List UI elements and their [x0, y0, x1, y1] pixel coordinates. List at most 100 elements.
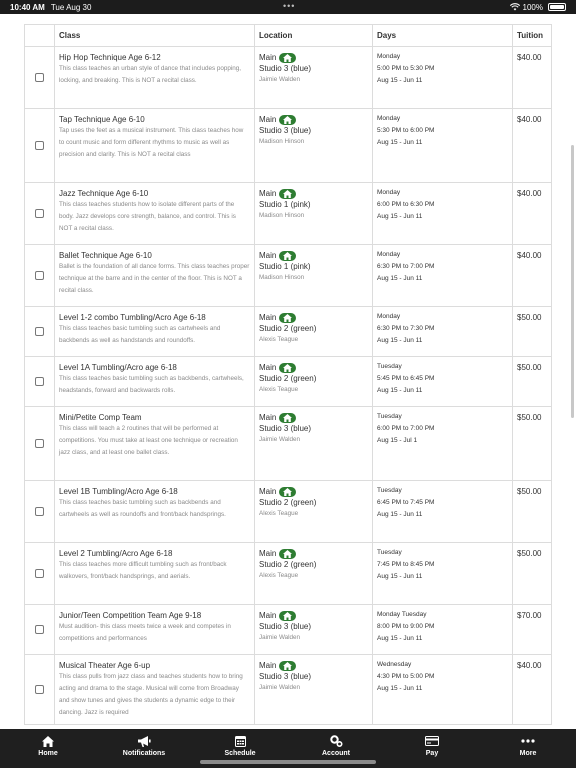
location-name: Main: [259, 611, 277, 620]
tuition-cell: $40.00: [513, 655, 551, 724]
tuition-amount: $50.00: [517, 413, 542, 422]
classes-content[interactable]: Class Location Days Tuition Hip Hop Tech…: [0, 14, 576, 729]
tab-home[interactable]: Home: [0, 729, 96, 768]
scrollbar[interactable]: [571, 145, 574, 418]
class-name: Level 2 Tumbling/Acro Age 6-18: [59, 549, 173, 558]
tuition-cell: $40.00: [513, 183, 551, 244]
class-day: Monday: [377, 313, 401, 320]
header-select: [25, 25, 55, 46]
location-cell: Main Studio 2 (green) Alexis Teague: [255, 307, 373, 356]
location-name: Main: [259, 487, 277, 496]
status-bar: 10:40 AM Tue Aug 30 ••• 100%: [0, 0, 576, 14]
location-cell: Main Studio 3 (blue) Madison Hinson: [255, 109, 373, 182]
class-day: Monday: [377, 53, 401, 60]
tab-pay[interactable]: Pay: [384, 729, 480, 768]
class-time: 6:45 PM to 7:45 PM: [377, 499, 435, 506]
location-name: Main: [259, 115, 277, 124]
row-checkbox[interactable]: [35, 73, 44, 82]
location-name: Main: [259, 661, 277, 670]
class-cell: Hip Hop Technique Age 6-12 This class tea…: [55, 47, 255, 108]
teacher-name: Jaimie Walden: [259, 76, 301, 83]
location-name: Main: [259, 549, 277, 558]
location-home-icon: [279, 312, 297, 323]
class-name: Musical Theater Age 6-up: [59, 661, 151, 670]
row-select-cell: [25, 543, 55, 604]
location-home-icon: [279, 486, 297, 497]
class-description: This class teaches more difficult tumbli…: [59, 561, 227, 580]
table-row[interactable]: Junior/Teen Competition Team Age 9-18 Mus…: [24, 605, 552, 655]
row-checkbox[interactable]: [35, 377, 44, 386]
table-row[interactable]: Level 1-2 combo Tumbling/Acro Age 6-18 Th…: [24, 307, 552, 357]
tab-more[interactable]: More: [480, 729, 576, 768]
days-cell: Wednesday 4:30 PM to 5:00 PM Aug 15 - Jun …: [373, 655, 513, 724]
class-dates: Aug 15 - Jun 11: [377, 387, 423, 394]
megaphone-icon: [137, 735, 151, 747]
class-description: Must audition- this class meets twice a …: [59, 623, 231, 642]
class-name: Mini/Petite Comp Team: [59, 413, 142, 422]
class-dates: Aug 15 - Jun 11: [377, 337, 423, 344]
tuition-cell: $50.00: [513, 357, 551, 406]
location-home-icon: [279, 610, 297, 621]
row-checkbox[interactable]: [35, 569, 44, 578]
table-row[interactable]: Hip Hop Technique Age 6-12 This class tea…: [24, 47, 552, 109]
class-time: 4:30 PM to 5:00 PM: [377, 673, 435, 680]
table-row[interactable]: Ballet Technique Age 6-10 Ballet is the f…: [24, 245, 552, 307]
tuition-amount: $40.00: [517, 251, 542, 260]
credit-card-icon: [425, 735, 439, 747]
row-checkbox[interactable]: [35, 141, 44, 150]
location-home-icon: [279, 250, 297, 261]
class-day: Monday: [377, 251, 401, 258]
days-cell: Monday 6:00 PM to 6:30 PM Aug 15 - Jun 11: [373, 183, 513, 244]
location-home-icon: [279, 114, 297, 125]
row-checkbox[interactable]: [35, 439, 44, 448]
row-checkbox[interactable]: [35, 685, 44, 694]
class-name: Jazz Technique Age 6-10: [59, 189, 149, 198]
table-row[interactable]: Level 1B Tumbling/Acro Age 6-18 This clas…: [24, 481, 552, 543]
table-row[interactable]: Tap Technique Age 6-10 Tap uses the feet …: [24, 109, 552, 183]
table-row[interactable]: Level 2 Tumbling/Acro Age 6-18 This class…: [24, 543, 552, 605]
class-dates: Aug 15 - Jun 11: [377, 213, 423, 220]
tab-label: Notifications: [122, 750, 166, 757]
days-cell: Tuesday 6:45 PM to 7:45 PM Aug 15 - Jun 11: [373, 481, 513, 542]
class-description: Ballet is the foundation of all dance fo…: [59, 263, 250, 294]
class-cell: Tap Technique Age 6-10 Tap uses the feet …: [55, 109, 255, 182]
tuition-amount: $40.00: [517, 53, 542, 62]
tab-label: Pay: [425, 750, 439, 757]
class-cell: Level 1A Tumbling/Acro age 6-18 This clas…: [55, 357, 255, 406]
row-checkbox[interactable]: [35, 507, 44, 516]
table-row[interactable]: Level 1A Tumbling/Acro age 6-18 This clas…: [24, 357, 552, 407]
row-checkbox[interactable]: [35, 625, 44, 634]
row-checkbox[interactable]: [35, 271, 44, 280]
row-checkbox[interactable]: [35, 327, 44, 336]
tab-notifications[interactable]: Notifications: [96, 729, 192, 768]
table-row[interactable]: Jazz Technique Age 6-10 This class teache…: [24, 183, 552, 245]
teacher-name: Alexis Teague: [259, 510, 299, 517]
table-row[interactable]: Mini/Petite Comp Team This class will tea…: [24, 407, 552, 481]
class-day: Tuesday: [377, 549, 402, 556]
teacher-name: Jaimie Walden: [259, 634, 301, 641]
tuition-amount: $50.00: [517, 363, 542, 372]
class-day: Wednesday: [377, 661, 412, 668]
table-header: Class Location Days Tuition: [24, 25, 552, 47]
tuition-cell: $50.00: [513, 543, 551, 604]
class-cell: Level 1-2 combo Tumbling/Acro Age 6-18 Th…: [55, 307, 255, 356]
table-row[interactable]: Musical Theater Age 6-up This class pulls…: [24, 655, 552, 725]
class-name: Junior/Teen Competition Team Age 9-18: [59, 611, 202, 620]
classes-table: Class Location Days Tuition Hip Hop Tech…: [24, 24, 552, 725]
studio-name: Studio 3 (blue): [259, 64, 312, 73]
multitasking-dots-icon[interactable]: •••: [283, 1, 295, 11]
row-select-cell: [25, 307, 55, 356]
tab-label: Home: [38, 750, 58, 757]
location-cell: Main Studio 3 (blue) Jaimie Walden: [255, 655, 373, 724]
row-checkbox[interactable]: [35, 209, 44, 218]
gears-icon: [329, 735, 343, 747]
tuition-cell: $40.00: [513, 109, 551, 182]
location-name: Main: [259, 313, 277, 322]
home-indicator[interactable]: [200, 760, 376, 764]
location-name: Main: [259, 363, 277, 372]
class-description: Tap uses the feet as a musical instrumen…: [59, 127, 244, 158]
teacher-name: Alexis Teague: [259, 336, 299, 343]
header-tuition: Tuition: [517, 31, 544, 40]
tuition-amount: $40.00: [517, 661, 542, 670]
class-day: Tuesday: [377, 487, 402, 494]
